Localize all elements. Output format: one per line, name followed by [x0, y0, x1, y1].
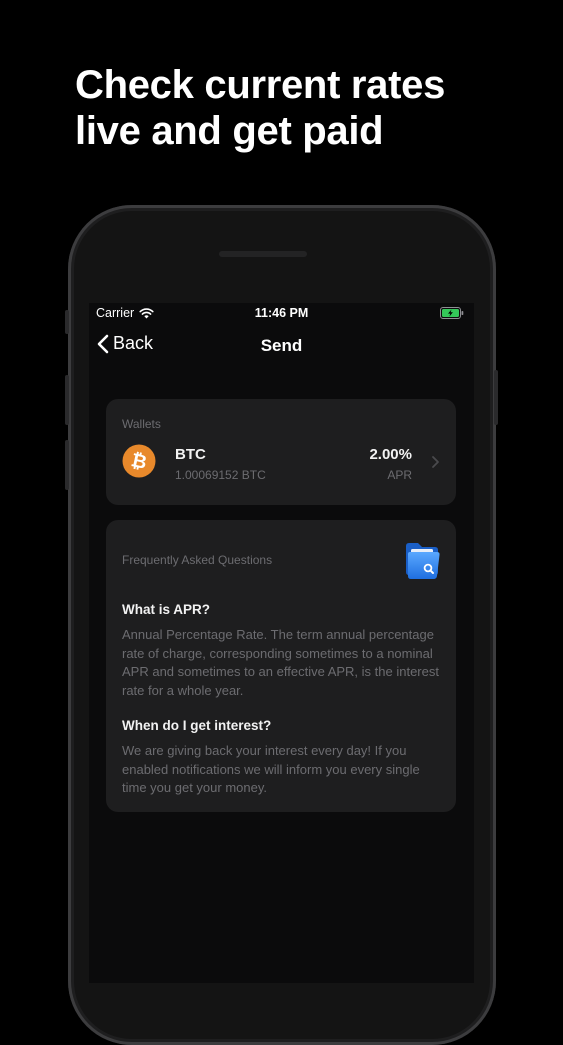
earpiece-speaker [219, 251, 307, 257]
status-time: 11:46 PM [254, 306, 309, 320]
headline-line-2: live and get paid [75, 109, 384, 153]
page-title: Send [260, 336, 303, 355]
wallets-label: Wallets [122, 417, 161, 431]
folder-search-icon [406, 543, 440, 579]
mute-switch [65, 310, 69, 334]
wallet-amount: 1.00069152 BTC [175, 468, 266, 482]
headline: Check current rates live and get paid [75, 62, 535, 154]
faq-card: Frequently Asked Questions What is APR? … [106, 520, 456, 812]
wallets-card: Wallets ₿ BTC 1.00069152 BTC 2.00% APR [106, 399, 456, 505]
power-button [494, 370, 498, 425]
wallet-rate: 2.00% [369, 446, 412, 463]
faq-question: When do I get interest? [122, 718, 272, 733]
faq-label: Frequently Asked Questions [122, 553, 273, 567]
headline-line-1: Check current rates [75, 63, 446, 107]
volume-down-button [65, 440, 69, 490]
chevron-right-icon [432, 456, 439, 468]
status-bar: Carrier 11:46 PM [89, 303, 474, 323]
wallet-name: BTC [175, 446, 206, 463]
wallet-row-btc[interactable]: ₿ BTC 1.00069152 BTC 2.00% APR [122, 439, 442, 483]
volume-up-button [65, 375, 69, 425]
wallet-rate-label: APR [387, 468, 412, 482]
battery-charging-icon [440, 307, 464, 319]
bitcoin-icon: ₿ [122, 444, 156, 478]
app-screen: Carrier 11:46 PM Back Send Wallets ₿ BTC… [89, 303, 474, 983]
faq-answer: We are giving back your interest every d… [122, 743, 420, 795]
faq-answer: Annual Percentage Rate. The term annual … [122, 627, 439, 698]
navigation-bar: Back Send [89, 333, 474, 363]
faq-question: What is APR? [122, 602, 211, 617]
